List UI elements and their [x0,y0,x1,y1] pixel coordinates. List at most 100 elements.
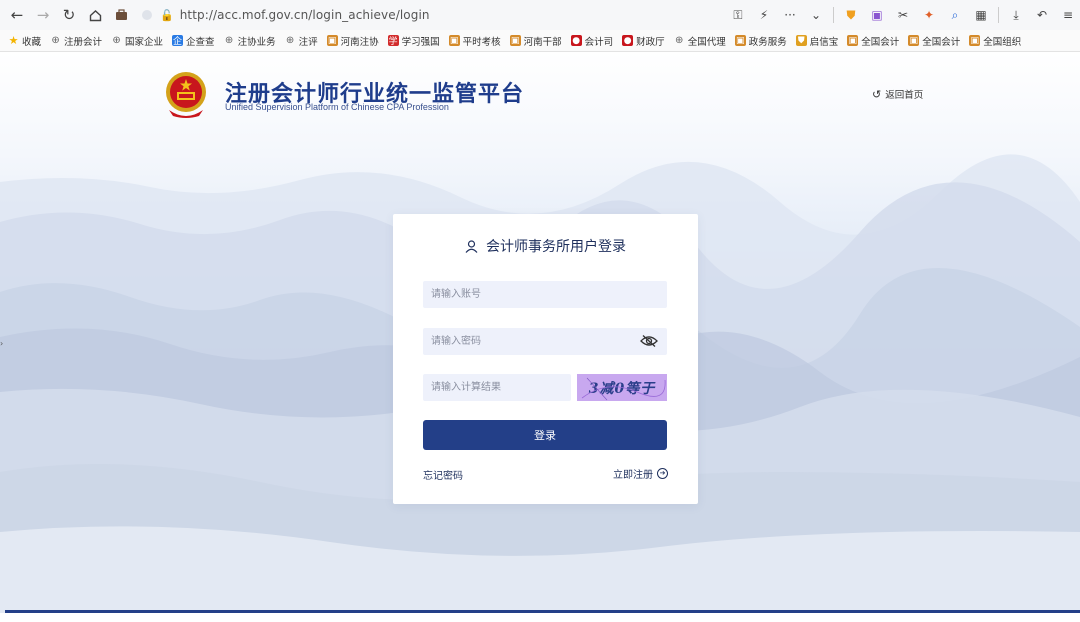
eye-hidden-icon[interactable] [640,334,658,348]
star-icon: ★ [8,34,19,47]
bookmark-item[interactable]: ▣ 全国会计 [847,34,899,48]
emblem-icon: ● [622,35,634,46]
chevron-down-icon[interactable]: ⌄ [804,2,828,28]
site-subtitle: Unified Supervision Platform of Chinese … [225,102,449,112]
bookmark-label: 河南注协 [340,36,379,48]
site-icon: ▣ [448,35,460,46]
qichacha-icon: 企 [172,35,184,47]
captcha-image[interactable]: 3减0等于 [577,374,667,401]
side-marker: › [0,339,4,348]
bookmark-label: 注协业务 [237,36,276,48]
bookmark-label: 收藏 [22,36,42,48]
bookmark-label: 平时考核 [462,36,501,48]
url-text[interactable]: http://acc.mof.gov.cn/login_achieve/logi… [180,8,430,22]
user-icon [465,239,478,253]
game-extension-icon[interactable]: ✦ [917,2,941,28]
bookmark-label: 财政厅 [636,36,665,48]
bookmark-label: 注评 [298,36,318,48]
account-input[interactable] [423,281,667,308]
undo-icon[interactable]: ↶ [1030,2,1054,28]
bookmark-item[interactable]: ● 财政厅 [622,34,665,48]
bookmark-label: 企查查 [186,36,215,48]
shield-extension-icon[interactable]: ⛊ [839,2,863,28]
site-header: 注册会计师行业统一监管平台 Unified Supervision Platfo… [0,52,1080,152]
bookmark-item[interactable]: 企企查查 [172,34,215,48]
briefcase-icon[interactable] [108,2,134,28]
bookmark-item[interactable]: ⛊ 启信宝 [795,34,839,48]
bookmark-item[interactable]: ● 会计司 [570,34,614,48]
bookmark-label: 国家企业 [125,36,164,48]
xuexi-icon: 学 [387,35,399,47]
bookmark-label: 注册会计 [64,36,103,48]
bookmark-label: 政务服务 [748,36,787,48]
insecure-lock-icon[interactable]: 🔓 [160,9,174,22]
more-icon[interactable]: ··· [778,2,802,28]
bookmark-label: 启信宝 [809,36,839,48]
home-icon[interactable] [82,2,108,28]
lightning-icon[interactable]: ⚡ [752,2,776,28]
back-icon[interactable]: ← [4,2,30,28]
bookmark-item[interactable]: ⊕ 注评 [285,34,318,48]
purple-extension-icon[interactable]: ▣ [865,2,889,28]
bookmark-item[interactable]: ▣ 政务服务 [734,34,787,48]
globe-icon: ⊕ [112,35,121,46]
search-icon[interactable]: ⌕ [943,2,967,28]
site-icon: ▣ [509,35,521,46]
login-button[interactable]: 登录 [423,420,667,450]
register-label: 立即注册 [613,470,653,481]
register-link[interactable]: 立即注册 ➔ [613,466,668,481]
bookmark-label: 全国会计 [922,36,961,48]
globe-icon: ⊕ [285,35,295,46]
captcha-input[interactable] [423,374,571,401]
bookmark-label: 全国代理 [687,36,726,48]
bookmark-item[interactable]: ★ 收藏 [8,34,41,48]
back-home-link[interactable]: ↺ 返回首页 [872,87,924,102]
bookmark-item[interactable]: 学学习强国 [387,34,440,48]
forgot-password-link[interactable]: 忘记密码 [423,467,463,482]
captcha-noise [581,377,666,401]
site-icon: ▣ [326,35,338,46]
toolbar-right: ⚿ ⚡ ··· ⌄ ⛊ ▣ ✂ ✦ ⌕ ▦ ⤓ ↶ ≡ [726,2,1080,28]
globe-icon: ⊕ [674,35,684,46]
bookmark-item[interactable]: ▣ 全国组织 [969,34,1021,48]
page: 注册会计师行业统一监管平台 Unified Supervision Platfo… [0,52,1080,622]
bookmark-item[interactable]: ⊕ 全国代理 [674,34,726,48]
bookmarks-bar: ★ 收藏 ⊕ 注册会计 ⊕ 国家企业企企查查 ⊕ 注协业务 ⊕ 注评 ▣ 河南注协学学习强国 ▣ 平时考核… [0,30,1080,52]
globe-icon: ⊕ [51,35,60,46]
bookmark-label: 全国会计 [861,36,900,48]
login-title-text: 会计师事务所用户登录 [486,239,626,255]
address-bar[interactable]: 🔓 http://acc.mof.gov.cn/login_achieve/lo… [132,4,752,26]
login-card: 会计师事务所用户登录 3减0等于 登录 忘记密码 立即注册 ➔ [393,214,698,504]
download-icon[interactable]: ⤓ [1004,2,1028,28]
bookmark-label: 全国组织 [983,36,1022,48]
bookmark-item[interactable]: ▣ 河南注协 [326,34,379,48]
scissors-icon[interactable]: ✂ [891,2,915,28]
bookmark-item[interactable]: ▣ 全国会计 [908,34,960,48]
bookmark-label: 河南干部 [523,36,562,48]
bookmark-item[interactable]: ▣ 河南干部 [509,34,562,48]
footer-strip [0,613,1080,622]
return-icon: ↺ [872,87,882,101]
forward-icon[interactable]: → [30,2,56,28]
bookmark-label: 学习强国 [401,36,440,48]
arrow-right-circle-icon: ➔ [657,468,668,479]
browser-toolbar: ← → ↻ 🔓 http://acc.mof.gov.cn/login_achi… [0,0,1080,30]
reload-icon[interactable]: ↻ [56,2,82,28]
divider [998,7,999,23]
key-icon[interactable]: ⚿ [726,2,750,28]
back-home-label: 返回首页 [885,90,924,101]
login-title: 会计师事务所用户登录 [393,236,698,256]
national-emblem-icon [166,72,206,118]
menu-icon[interactable]: ≡ [1056,2,1080,28]
password-input[interactable] [423,328,667,355]
site-icon: ▣ [847,35,859,46]
bookmark-item[interactable]: ⊕ 国家企业 [111,34,163,48]
shield-icon: ⛊ [795,35,807,46]
emblem-icon: ● [570,35,582,46]
bookmark-item[interactable]: ⊕ 注协业务 [224,34,276,48]
apps-grid-icon[interactable]: ▦ [969,2,993,28]
bookmark-item[interactable]: ⊕ 注册会计 [50,34,102,48]
globe-icon: ⊕ [224,35,234,46]
bookmark-item[interactable]: ▣ 平时考核 [448,34,501,48]
bookmark-label: 会计司 [584,36,614,48]
